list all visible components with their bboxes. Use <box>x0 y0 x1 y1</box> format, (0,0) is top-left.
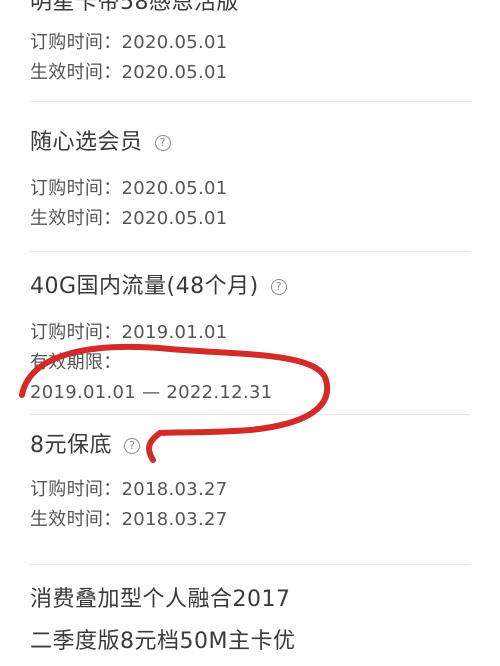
item-title: 消费叠加型个人融合2017 <box>30 587 291 612</box>
list-item[interactable]: 40G国内流量(48个月) ? 订购时间：2019.01.01 有效期限： 20… <box>30 252 470 415</box>
package-list-screen: 明星卡帝58感恩活版 订购时间：2020.05.01 生效时间：2020.05.… <box>0 0 500 666</box>
item-title-line-1: 消费叠加型个人融合2017 <box>30 579 470 621</box>
help-icon[interactable]: ? <box>124 438 140 454</box>
help-icon[interactable]: ? <box>154 135 171 151</box>
list-item[interactable]: 消费叠加型个人融合2017 二季度版8元档50M主卡优 <box>30 565 470 663</box>
order-time: 订购时间：2018.03.27 <box>30 479 228 500</box>
list-item[interactable]: 明星卡帝58感恩活版 订购时间：2020.05.01 生效时间：2020.05.… <box>30 0 470 102</box>
package-list: 明星卡帝58感恩活版 订购时间：2020.05.01 生效时间：2020.05.… <box>30 0 470 663</box>
validity-label: 有效期限： <box>30 352 122 373</box>
item-title: 明星卡帝58感恩活版 <box>30 0 239 15</box>
item-title: 40G国内流量(48个月) <box>30 274 259 299</box>
item-title-row: 8元保底 ? <box>30 431 470 461</box>
item-title: 8元保底 <box>30 433 112 458</box>
help-icon[interactable]: ? <box>270 279 287 295</box>
effective-time: 生效时间：2020.05.01 <box>30 208 228 229</box>
item-title: 随心选会员 <box>30 130 143 155</box>
order-time: 订购时间：2020.05.01 <box>30 32 228 53</box>
item-title-row: 40G国内流量(48个月) ? <box>30 272 470 302</box>
item-title-row: 明星卡帝58感恩活版 <box>30 0 470 18</box>
effective-time: 生效时间：2020.05.01 <box>30 62 228 83</box>
order-time: 订购时间：2020.05.01 <box>30 178 228 199</box>
list-item[interactable]: 8元保底 ? 订购时间：2018.03.27 生效时间：2018.03.27 <box>30 415 470 565</box>
effective-time: 生效时间：2018.03.27 <box>30 509 228 530</box>
order-time: 订购时间：2019.01.01 <box>30 322 228 343</box>
validity-range: 2019.01.01 — 2022.12.31 <box>30 382 273 403</box>
list-item[interactable]: 随心选会员 ? 订购时间：2020.05.01 生效时间：2020.05.01 <box>30 102 470 252</box>
item-title-continued: 二季度版8元档50M主卡优 <box>30 629 296 654</box>
item-title-row: 随心选会员 ? <box>30 128 470 158</box>
item-title-line-2: 二季度版8元档50M主卡优 <box>30 621 470 663</box>
